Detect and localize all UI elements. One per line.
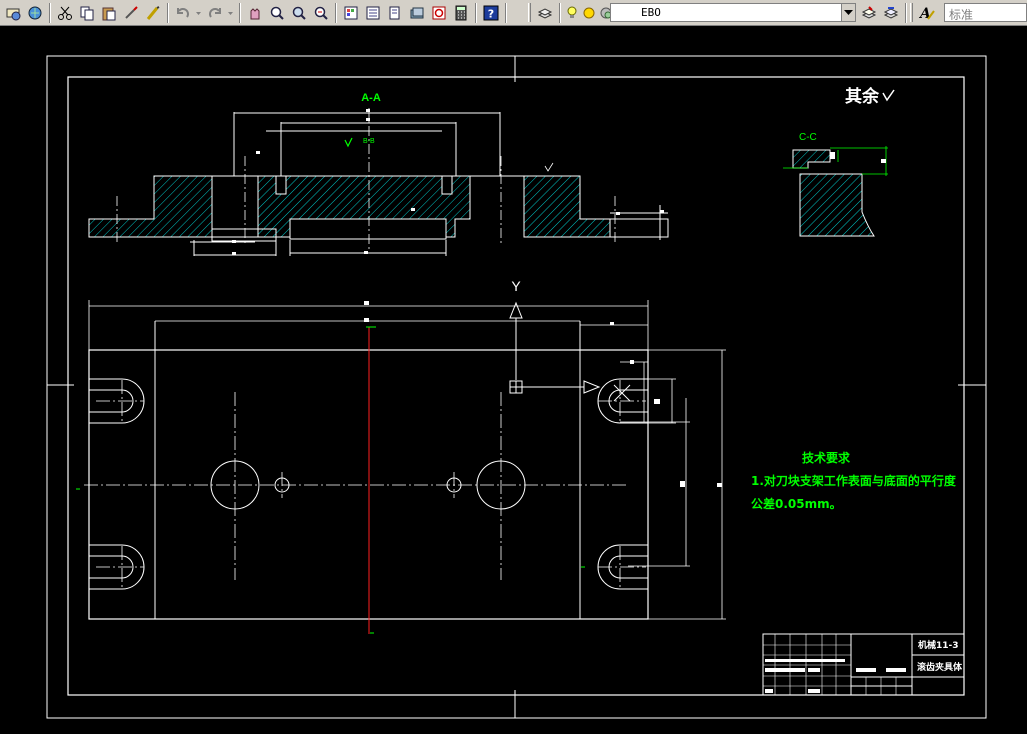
toolbar-separator <box>167 2 169 23</box>
publish-icon[interactable] <box>24 2 45 23</box>
tech-requirements-title: 技术要求 <box>802 450 851 465</box>
layer-manager-icon[interactable] <box>534 2 555 23</box>
undo-icon[interactable] <box>172 2 193 23</box>
tool-palette-icon[interactable] <box>384 2 405 23</box>
layer-name: EBO <box>641 6 661 19</box>
svg-text:?: ? <box>487 7 493 20</box>
toolbar-separator <box>49 2 51 23</box>
brush-icon[interactable] <box>142 2 163 23</box>
zoom-previous-icon[interactable] <box>310 2 331 23</box>
text-style-dropdown[interactable]: 标准 <box>944 3 1027 22</box>
design-center-icon[interactable] <box>362 2 383 23</box>
paste-icon[interactable] <box>98 2 119 23</box>
copy-icon[interactable] <box>76 2 97 23</box>
redo-icon[interactable] <box>204 2 225 23</box>
markup-icon[interactable] <box>428 2 449 23</box>
section-cc-label: C-C <box>799 132 817 143</box>
standard-toolbar: ? EBO A 标准 <box>0 0 1027 26</box>
tech-requirements-line1: 1.对刀块支架工作表面与底面的平行度 <box>751 473 957 488</box>
match-properties-icon[interactable] <box>120 2 141 23</box>
tech-requirements-line2: 公差0.05mm。 <box>751 496 842 511</box>
section-aa-label: A-A <box>361 92 381 104</box>
toolbar-separator <box>559 2 561 23</box>
toolbar-separator <box>335 2 337 23</box>
make-current-icon[interactable] <box>858 2 879 23</box>
text-style-value: 标准 <box>949 8 974 22</box>
title-block-part-name: 滚齿夹具体 <box>917 661 963 673</box>
plot-preview-icon[interactable] <box>2 2 23 23</box>
chevron-down-icon[interactable] <box>841 4 855 21</box>
toolbar-separator <box>475 2 477 23</box>
layer-on-icon[interactable] <box>564 2 580 23</box>
properties-icon[interactable] <box>340 2 361 23</box>
pan-icon[interactable] <box>244 2 265 23</box>
toolbar-separator <box>905 2 907 23</box>
toolbar-grip[interactable] <box>528 3 531 22</box>
toolbar-separator <box>239 2 241 23</box>
sheet-set-icon[interactable] <box>406 2 427 23</box>
surface-finish-note: 其余 <box>845 86 880 107</box>
toolbar-separator <box>505 2 507 23</box>
layer-dropdown[interactable]: EBO <box>610 3 856 22</box>
zoom-window-icon[interactable] <box>288 2 309 23</box>
toolbar-grip[interactable] <box>910 3 913 22</box>
zoom-realtime-icon[interactable] <box>266 2 287 23</box>
cut-icon[interactable] <box>54 2 75 23</box>
layer-previous-icon[interactable] <box>880 2 901 23</box>
ucs-y-label: Y <box>511 278 521 294</box>
calculator-icon[interactable] <box>450 2 471 23</box>
text-style-icon[interactable]: A <box>916 2 937 23</box>
help-icon[interactable]: ? <box>480 2 501 23</box>
redo-dropdown-icon[interactable] <box>226 2 235 23</box>
bb-marker-label: B-B <box>363 138 375 145</box>
undo-dropdown-icon[interactable] <box>194 2 203 23</box>
drawing-canvas[interactable]: A-A B-B 其余 C-C Y 技术要求 1.对刀块支架工作表面与底面的平行度… <box>0 26 1027 734</box>
layer-freeze-icon[interactable] <box>581 2 597 23</box>
title-block-drawing-no: 机械11-3 <box>918 639 959 651</box>
